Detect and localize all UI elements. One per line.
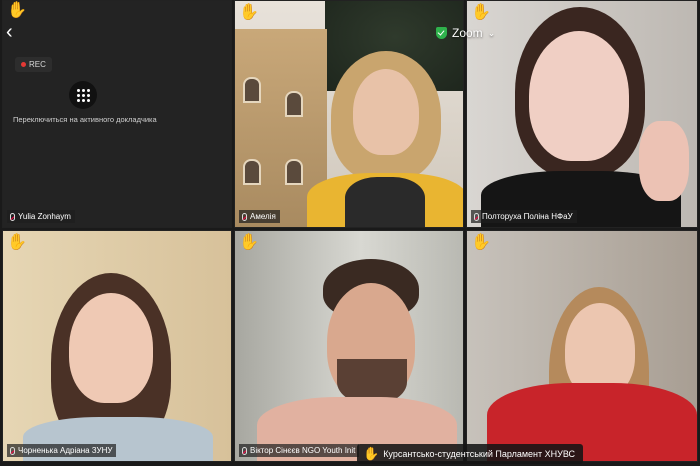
back-icon[interactable]: ‹ [6,22,22,42]
microphone-icon [10,446,15,455]
active-speaker-label: ✋ Курсантсько-студентський Парламент ХНУ… [357,444,584,464]
raised-hand-icon: ✋ [239,4,259,21]
record-dot-icon [21,62,26,67]
gallery-view: ✋ REC Переключиться на активного докладч… [0,0,700,466]
raised-hand-icon: ✋ [7,234,27,251]
raised-hand-icon: ✋ [239,234,259,251]
participant-name-chip: Yulia Zonhaym [7,210,75,223]
chevron-down-icon: ⌄ [487,27,496,38]
microphone-icon [10,212,15,221]
participant-name: Амелія [250,212,276,221]
switch-view-button[interactable] [69,81,97,109]
participant-name-chip: Полторуха Поліна НФаУ [471,210,577,223]
participant-name: Віктор Сінєєв NGO Youth Init [250,446,356,455]
participant-tile-2[interactable]: ✋ Амелія [234,0,464,228]
participant-name-chip: Амелія [239,210,280,223]
microphone-icon [242,446,247,455]
participant-tile-3[interactable]: ✋ Полторуха Поліна НФаУ [466,0,698,228]
switch-to-speaker-label[interactable]: Переключиться на активного докладчика [13,115,157,124]
shield-icon [436,27,447,39]
participant-tile-5[interactable]: ✋ Віктор Сінєєв NGO Youth Init [234,230,464,462]
participant-name-chip: Чорненька Адріана ЗУНУ [7,444,117,457]
zoom-security-badge[interactable]: Zoom ⌄ [436,24,495,42]
participant-tile-4[interactable]: ✋ Чорненька Адріана ЗУНУ [2,230,232,462]
raised-hand-icon: ✋ [7,2,27,19]
participant-tile-6[interactable]: ✋ [466,230,698,462]
microphone-icon [474,212,479,221]
microphone-icon [242,212,247,221]
raised-hand-icon: ✋ [471,4,491,21]
raised-hand-icon: ✋ [471,234,491,251]
record-label: REC [29,60,46,69]
participant-name: Чорненька Адріана ЗУНУ [18,446,113,455]
participant-tile-1[interactable]: ✋ REC Переключиться на активного докладч… [2,0,232,228]
participant-name-chip: Віктор Сінєєв NGO Youth Init [239,444,360,457]
record-indicator[interactable]: REC [15,57,52,72]
participant-name: Полторуха Поліна НФаУ [482,212,573,221]
active-speaker-name: Курсантсько-студентський Парламент ХНУВС [383,449,576,459]
grid-icon [76,88,90,102]
zoom-brand-label: Zoom [452,26,483,40]
raised-hand-icon: ✋ [363,446,380,461]
participant-name: Yulia Zonhaym [18,212,71,221]
zoom-meeting-window: ✋ REC Переключиться на активного докладч… [0,0,700,466]
